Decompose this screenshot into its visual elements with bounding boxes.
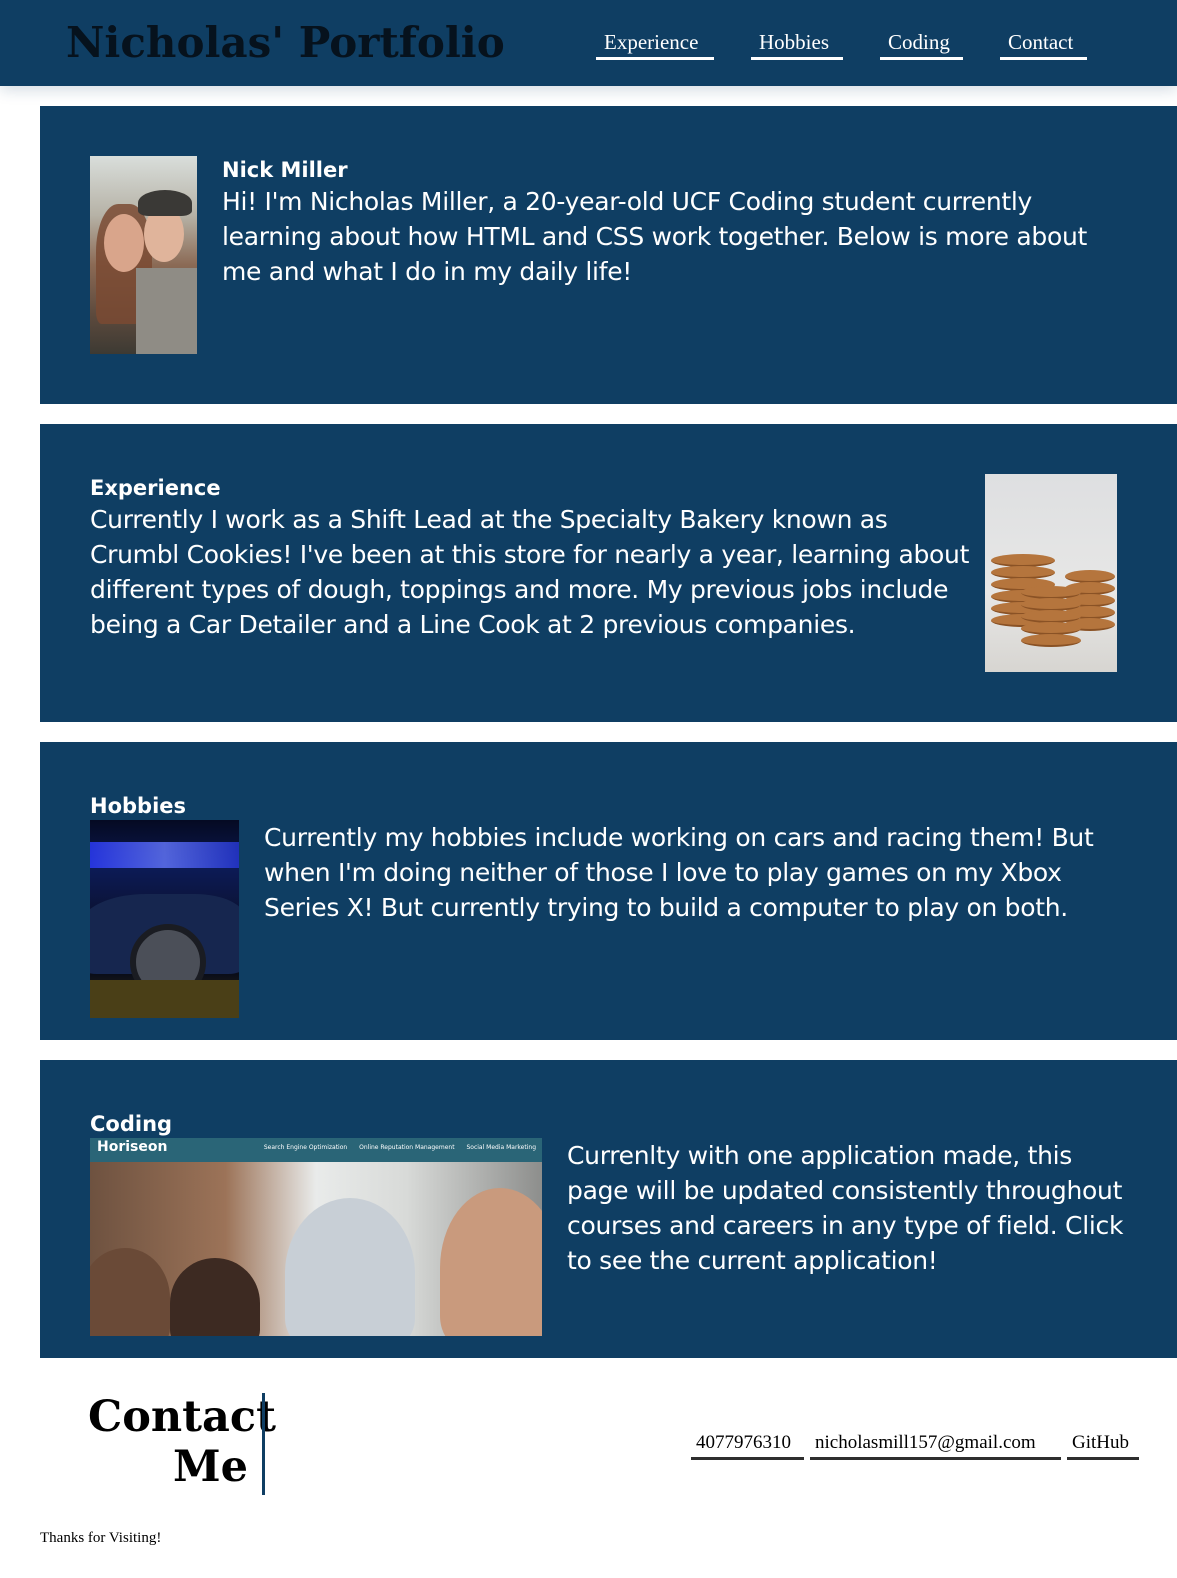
nav-link-experience[interactable]: Experience xyxy=(596,28,714,60)
experience-heading: Experience xyxy=(90,476,221,500)
coding-section: Coding Horiseon Search Engine Optimizati… xyxy=(40,1060,1177,1358)
car-photo xyxy=(90,820,239,1018)
horiseon-nav-item: Search Engine Optimization xyxy=(263,1144,348,1151)
horiseon-app-screenshot-link[interactable]: Horiseon Search Engine Optimization Onli… xyxy=(90,1138,542,1336)
site-title: Nicholas' Portfolio xyxy=(66,18,505,67)
hobbies-heading: Hobbies xyxy=(90,794,187,818)
nav-link-contact[interactable]: Contact xyxy=(1000,28,1087,60)
github-link[interactable]: GitHub xyxy=(1067,1432,1139,1460)
hobbies-text: Currently my hobbies include working on … xyxy=(264,823,1094,922)
nav-link-hobbies[interactable]: Hobbies xyxy=(751,28,843,60)
footer-text: Thanks for Visiting! xyxy=(40,1530,162,1546)
contact-title-line2: Me xyxy=(173,1442,248,1492)
about-text: Hi! I'm Nicholas Miller, a 20-year-old U… xyxy=(222,187,1088,286)
horiseon-nav-item: Online Reputation Management xyxy=(359,1144,455,1151)
horiseon-nav: Search Engine Optimization Online Reputa… xyxy=(254,1144,536,1151)
contact-title: Contact Me xyxy=(88,1392,276,1492)
about-heading: Nick Miller xyxy=(222,158,348,182)
cookies-photo xyxy=(985,474,1117,672)
coding-heading: Coding xyxy=(90,1112,173,1136)
email-link[interactable]: nicholasmill157@gmail.com xyxy=(810,1432,1061,1460)
hobbies-section: Hobbies Currently my hobbies include wor… xyxy=(40,742,1177,1040)
profile-photo xyxy=(90,156,197,354)
site-header: Nicholas' Portfolio Experience Hobbies C… xyxy=(0,0,1177,86)
experience-section: Experience Currently I work as a Shift L… xyxy=(40,424,1177,722)
contact-divider xyxy=(262,1393,265,1495)
nav-link-coding[interactable]: Coding xyxy=(880,28,963,60)
horiseon-nav-item: Social Media Marketing xyxy=(466,1144,536,1151)
experience-text: Currently I work as a Shift Lead at the … xyxy=(90,505,970,639)
about-section: Nick Miller Hi! I'm Nicholas Miller, a 2… xyxy=(40,106,1177,404)
contact-title-line1: Contact xyxy=(88,1392,276,1442)
phone-link[interactable]: 4077976310 xyxy=(691,1432,804,1460)
coding-text: Currenlty with one application made, thi… xyxy=(567,1141,1124,1275)
horiseon-logo: Horiseon xyxy=(97,1139,168,1155)
horiseon-header-bar: Horiseon Search Engine Optimization Onli… xyxy=(90,1138,542,1162)
